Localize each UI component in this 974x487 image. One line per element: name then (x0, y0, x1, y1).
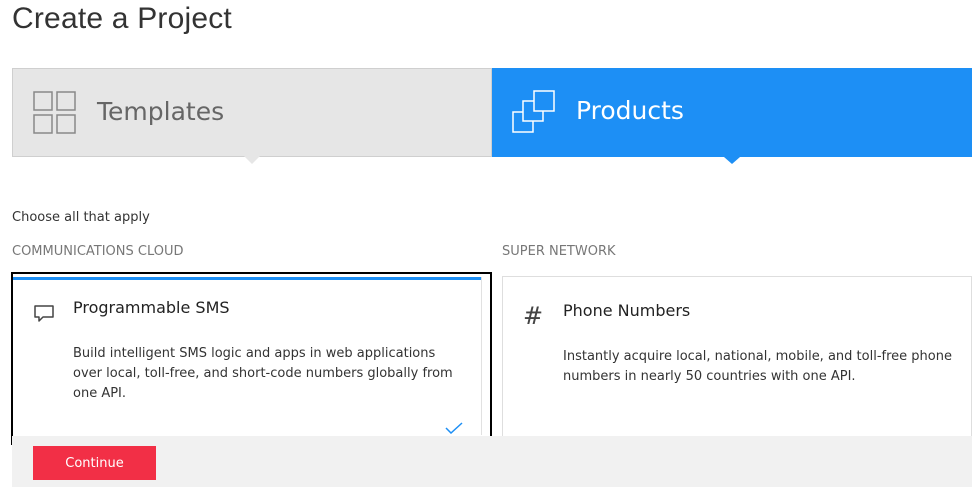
card-description: Instantly acquire local, national, mobil… (563, 349, 952, 384)
card-title: Programmable SMS (73, 298, 230, 317)
instructions-text: Choose all that apply (12, 210, 150, 225)
tab-products-caret (724, 157, 740, 164)
tab-templates-caret (244, 156, 260, 164)
tab-products-label: Products (576, 96, 684, 125)
hash-icon: # (523, 302, 544, 330)
product-card-programmable-sms[interactable]: Programmable SMS Build intelligent SMS l… (11, 272, 492, 445)
page-title: Create a Project (12, 2, 232, 35)
product-card-phone-numbers[interactable]: # Phone Numbers Instantly acquire local,… (502, 276, 972, 446)
tab-products[interactable]: Products (492, 68, 972, 157)
card-title: Phone Numbers (563, 301, 691, 320)
selected-indicator-bar (13, 277, 482, 280)
continue-button[interactable]: Continue (33, 446, 156, 480)
stacked-squares-icon (512, 90, 555, 133)
footer-bar (12, 436, 972, 487)
card-divider (481, 277, 482, 435)
tab-templates[interactable]: Templates (12, 68, 492, 157)
section-label-communications-cloud: COMMUNICATIONS CLOUD (12, 244, 184, 259)
chat-bubble-icon (34, 305, 54, 322)
project-type-tabs: Templates Products (12, 68, 972, 164)
section-label-super-network: SUPER NETWORK (502, 244, 616, 259)
grid-icon (33, 91, 76, 134)
card-description: Build intelligent SMS logic and apps in … (73, 346, 453, 401)
tab-templates-label: Templates (97, 97, 225, 126)
checkmark-icon (445, 422, 463, 434)
